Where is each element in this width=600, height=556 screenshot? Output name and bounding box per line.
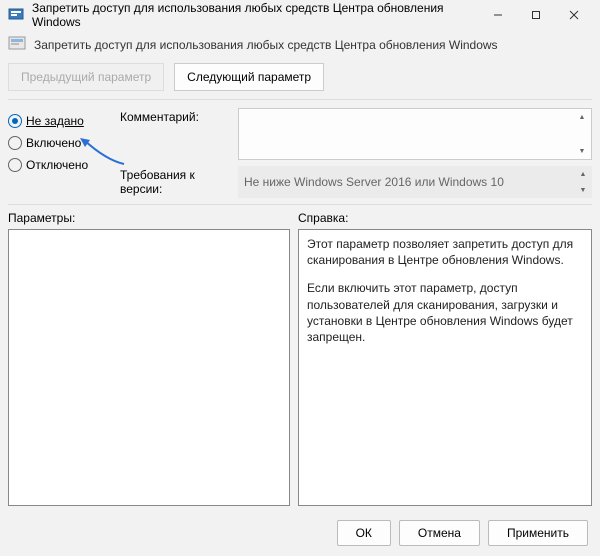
window-controls bbox=[480, 3, 592, 27]
maximize-button[interactable] bbox=[518, 3, 554, 27]
radio-label: Включено bbox=[26, 136, 81, 150]
cancel-button[interactable]: Отмена bbox=[399, 520, 480, 546]
radio-indicator bbox=[8, 158, 22, 172]
comment-row: Комментарий: ▲ ▼ bbox=[120, 108, 592, 160]
radio-indicator bbox=[8, 114, 22, 128]
requirements-label: Требования к версии: bbox=[120, 166, 228, 196]
subtitle-row: Запретить доступ для использования любых… bbox=[0, 30, 600, 63]
requirements-row: Требования к версии: Не ниже Windows Ser… bbox=[120, 166, 592, 198]
policy-subtitle: Запретить доступ для использования любых… bbox=[34, 38, 498, 52]
radio-indicator bbox=[8, 136, 22, 150]
app-icon bbox=[8, 7, 24, 23]
titlebar: Запретить доступ для использования любых… bbox=[0, 0, 600, 30]
config-area: Не задано Включено Отключено Комментарий… bbox=[0, 108, 600, 198]
help-label: Справка: bbox=[298, 211, 592, 225]
apply-button[interactable]: Применить bbox=[488, 520, 588, 546]
annotation-arrow-icon bbox=[78, 136, 126, 166]
ok-button[interactable]: ОК bbox=[337, 520, 391, 546]
divider bbox=[8, 99, 592, 100]
close-button[interactable] bbox=[556, 3, 592, 27]
radio-label: Не задано bbox=[26, 114, 84, 128]
next-setting-button[interactable]: Следующий параметр bbox=[174, 63, 324, 91]
fields-column: Комментарий: ▲ ▼ Требования к версии: Не… bbox=[120, 108, 592, 198]
spin-up-icon[interactable]: ▲ bbox=[575, 111, 589, 123]
requirements-box: Не ниже Windows Server 2016 или Windows … bbox=[238, 166, 592, 198]
state-radio-group: Не задано Включено Отключено bbox=[8, 108, 102, 198]
options-label: Параметры: bbox=[8, 211, 298, 225]
spin-down-icon[interactable]: ▼ bbox=[576, 184, 590, 196]
help-paragraph: Этот параметр позволяет запретить доступ… bbox=[307, 236, 583, 268]
divider bbox=[8, 204, 592, 205]
comment-textarea[interactable]: ▲ ▼ bbox=[238, 108, 592, 160]
minimize-button[interactable] bbox=[480, 3, 516, 27]
spin-down-icon[interactable]: ▼ bbox=[575, 145, 589, 157]
help-panel[interactable]: Этот параметр позволяет запретить доступ… bbox=[298, 229, 592, 506]
radio-not-configured[interactable]: Не задано bbox=[8, 114, 102, 128]
panels-header: Параметры: Справка: bbox=[0, 211, 600, 225]
policy-icon bbox=[8, 34, 26, 55]
options-panel[interactable] bbox=[8, 229, 290, 506]
requirements-value: Не ниже Windows Server 2016 или Windows … bbox=[244, 175, 504, 189]
nav-row: Предыдущий параметр Следующий параметр bbox=[0, 63, 600, 93]
help-paragraph: Если включить этот параметр, доступ поль… bbox=[307, 280, 583, 345]
panels: Этот параметр позволяет запретить доступ… bbox=[0, 225, 600, 510]
window-title: Запретить доступ для использования любых… bbox=[32, 1, 480, 29]
spin-up-icon[interactable]: ▲ bbox=[576, 168, 590, 180]
previous-setting-button[interactable]: Предыдущий параметр bbox=[8, 63, 164, 91]
footer-buttons: ОК Отмена Применить bbox=[0, 510, 600, 556]
comment-label: Комментарий: bbox=[120, 108, 228, 124]
